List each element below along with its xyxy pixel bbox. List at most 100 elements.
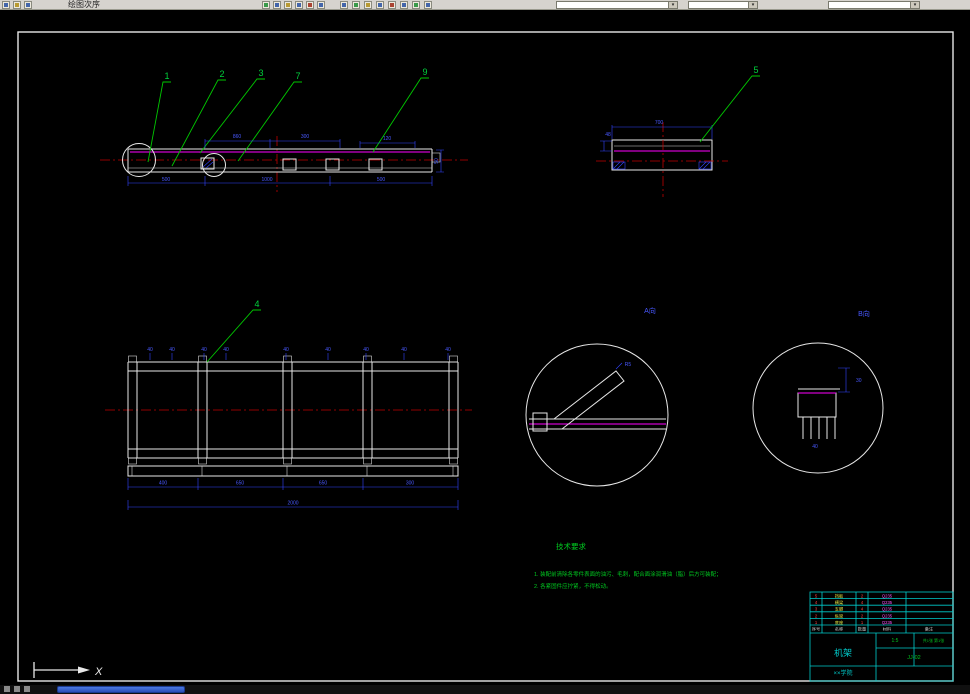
frame-plan-view: 4	[105, 299, 472, 477]
save-icon[interactable]	[24, 1, 32, 9]
part-qty: 1	[861, 620, 864, 625]
part-mat: Q235	[882, 607, 893, 612]
dimension-text: 2000	[287, 501, 298, 507]
properties-icon[interactable]	[317, 1, 325, 9]
x-axis-arrow-icon	[78, 666, 90, 674]
balloon-number: 9	[422, 67, 427, 77]
pan-icon[interactable]	[273, 1, 281, 9]
layers-icon[interactable]	[340, 1, 348, 9]
plot-style-icon[interactable]	[424, 1, 432, 9]
redo-icon[interactable]	[295, 1, 303, 9]
part-mat: Q235	[882, 594, 893, 599]
chevron-down-icon[interactable]: ▾	[910, 2, 919, 8]
parts-header: 材料	[883, 626, 892, 633]
callout-text: 40	[201, 347, 207, 353]
balloon-number: 5	[753, 65, 758, 75]
technical-notes: 技术要求 1. 装配前清除各零件表面的油污、毛刺，配合面涂润滑油（脂）后方可装配…	[534, 541, 722, 590]
balloon-number: 1	[164, 71, 169, 81]
freeze-icon[interactable]	[364, 1, 372, 9]
part-name: 底座	[835, 619, 843, 626]
part-mat: Q235	[882, 620, 893, 625]
scale-value: 1:5	[892, 638, 899, 644]
balloon-number: 3	[258, 68, 263, 78]
taskbar-icon[interactable]	[24, 686, 30, 692]
layer-state-icon[interactable]	[352, 1, 360, 9]
part-no: 4	[815, 600, 818, 605]
detail-view-b: 30 40 B向	[752, 309, 884, 474]
part-qty: 4	[861, 607, 864, 612]
lock-icon[interactable]	[376, 1, 384, 9]
cad-canvas[interactable]: 1 2 3 7 9 860 300 120 50 500 1000 500 70…	[0, 10, 970, 685]
part-mat: Q235	[882, 600, 893, 605]
taskbar-icon[interactable]	[4, 686, 10, 692]
part-no: 1	[815, 620, 818, 625]
part-qty: 2	[861, 613, 864, 618]
drawing-border	[17, 31, 954, 682]
detail-view-label: B向	[858, 309, 870, 318]
chevron-down-icon[interactable]: ▾	[668, 2, 677, 8]
notes-line: 2. 各紧固件应拧紧，不得松动。	[534, 582, 612, 590]
parts-header: 备注	[925, 626, 934, 633]
drawing-number: JJ-02	[907, 655, 920, 661]
callout-text: 40	[401, 347, 407, 353]
notes-title: 技术要求	[556, 541, 586, 551]
balloon-number: 2	[219, 69, 224, 79]
x-axis-label: X	[94, 666, 103, 678]
parts-header: 数量	[858, 626, 866, 633]
part-no: 5	[815, 594, 818, 599]
dimension-text: R5	[625, 362, 632, 368]
beam-side-view	[100, 136, 468, 192]
toolbar-menu-label[interactable]: 绘图次序	[68, 0, 100, 10]
callout-text: 40	[363, 347, 369, 353]
zoom-icon[interactable]	[262, 1, 270, 9]
parts-header: 序号	[812, 626, 820, 633]
parts-header: 名称	[835, 626, 843, 633]
color-combo[interactable]: ▾	[688, 1, 758, 9]
part-name: 横梁	[835, 599, 844, 606]
new-icon[interactable]	[2, 1, 10, 9]
organization-name: ××学院	[833, 669, 852, 677]
dimension-text: 500	[377, 177, 386, 183]
dimension-text: 700	[655, 120, 664, 126]
color-icon[interactable]	[388, 1, 396, 9]
undo-icon[interactable]	[284, 1, 292, 9]
dimension-text: 860	[233, 134, 242, 140]
part-mat: Q235	[882, 613, 893, 618]
taskbar-icon[interactable]	[14, 686, 20, 692]
beam-balloons: 1 2 3 7 9	[147, 67, 429, 167]
dimension-text: 300	[406, 481, 415, 487]
dimension-text: 120	[383, 136, 392, 142]
part-qty: 4	[861, 600, 864, 605]
dimension-text: 40	[812, 444, 818, 450]
notes-line: 1. 装配前清除各零件表面的油污、毛刺，配合面涂润滑油（脂）后方可装配；	[534, 570, 722, 578]
dimension-text: 650	[319, 481, 328, 487]
taskbar	[0, 685, 970, 694]
dimension-text: 1000	[261, 177, 272, 183]
taskbar-active-app-button[interactable]	[57, 686, 185, 693]
dimension-text: 650	[236, 481, 245, 487]
dimension-text: 300	[301, 134, 310, 140]
linetype-icon[interactable]	[400, 1, 408, 9]
detail-view-label: A向	[644, 306, 656, 315]
lineweight-icon[interactable]	[412, 1, 420, 9]
callout-text: 40	[283, 347, 289, 353]
open-icon[interactable]	[13, 1, 21, 9]
channel-section-view: 700 48 5	[596, 65, 760, 197]
balloon-number: 7	[295, 71, 300, 81]
detail-view-a: R5 A向	[525, 306, 669, 487]
dimension-text: 500	[162, 177, 171, 183]
drawing-svg: 1 2 3 7 9 860 300 120 50 500 1000 500 70…	[17, 31, 954, 682]
chevron-down-icon[interactable]: ▾	[748, 2, 757, 8]
callout-text: 40	[147, 347, 153, 353]
title-block: 5 挡板 2 Q235 4 横梁 4 Q235 3 支脚 4 Q235 2 纵梁…	[809, 591, 954, 682]
print-icon[interactable]	[306, 1, 314, 9]
drawing-title: 机架	[834, 647, 852, 658]
callout-text: 40	[169, 347, 175, 353]
linetype-combo[interactable]: ▾	[828, 1, 920, 9]
part-name: 挡板	[835, 593, 844, 600]
layer-combo[interactable]: ▾	[556, 1, 678, 9]
dimension-text: 48	[605, 132, 611, 138]
callout-text: 40	[325, 347, 331, 353]
dimension-text: 30	[856, 378, 862, 384]
dimension-text: 400	[159, 481, 168, 487]
